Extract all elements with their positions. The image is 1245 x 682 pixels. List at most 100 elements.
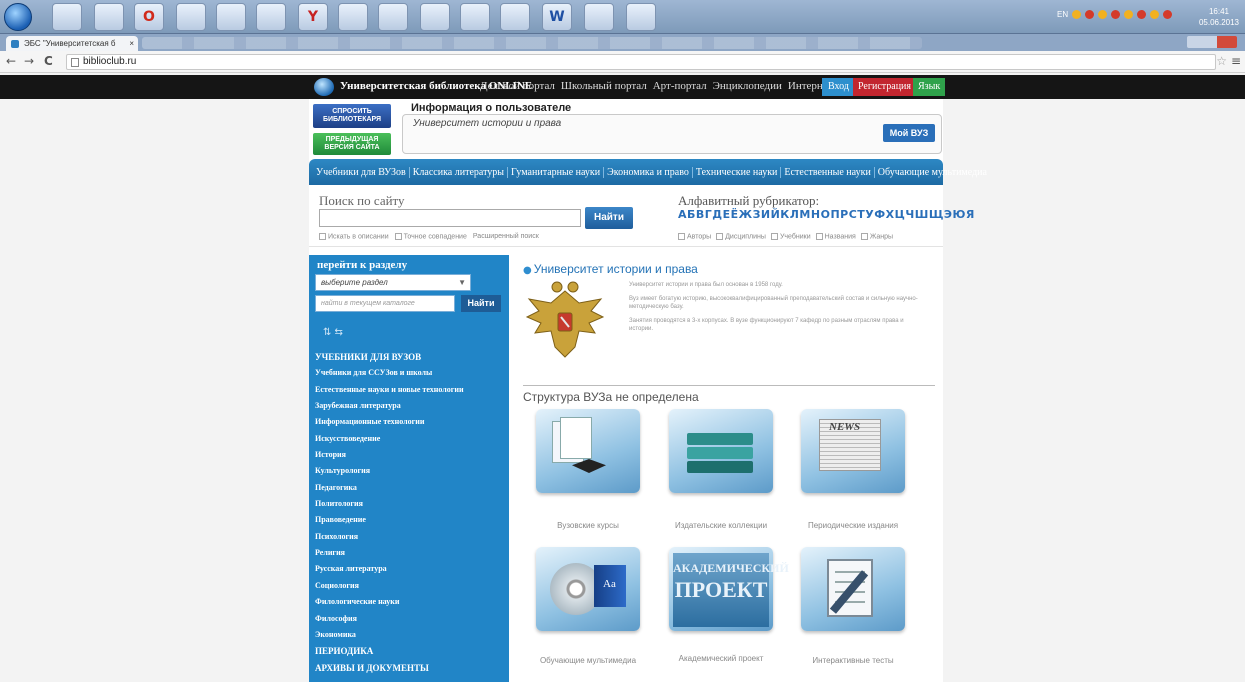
- notes-icon[interactable]: [216, 3, 246, 31]
- tile-label[interactable]: Интерактивные тесты: [788, 656, 918, 665]
- reload-button[interactable]: C: [44, 54, 53, 68]
- tile-university-courses[interactable]: [536, 409, 640, 493]
- search-option[interactable]: Искать в описании: [319, 233, 389, 240]
- explorer-icon[interactable]: [52, 3, 82, 31]
- checkbox-icon[interactable]: [319, 233, 326, 240]
- tray-icon[interactable]: [1085, 10, 1095, 19]
- smiley-icon[interactable]: [420, 3, 450, 31]
- sidebar-item[interactable]: Правоведение: [315, 512, 505, 528]
- site-logo-icon[interactable]: [314, 78, 334, 96]
- folder-icon[interactable]: [378, 3, 408, 31]
- sidebar-item[interactable]: Политология: [315, 496, 505, 512]
- sidebar-item[interactable]: Религия: [315, 545, 505, 561]
- tray-icon[interactable]: [1111, 10, 1121, 19]
- app-icon[interactable]: [176, 3, 206, 31]
- checkbox-icon[interactable]: [716, 233, 724, 240]
- checkbox-icon[interactable]: [678, 233, 685, 240]
- sidebar-item[interactable]: Русская литература: [315, 561, 505, 577]
- category-link[interactable]: Гуманитарные науки: [508, 166, 605, 178]
- network-icon[interactable]: [460, 3, 490, 31]
- bookmark-star-icon[interactable]: ☆: [1216, 54, 1227, 68]
- background-tabs[interactable]: [142, 37, 922, 49]
- url-field[interactable]: biblioclub.ru: [66, 54, 1216, 70]
- university-title[interactable]: ● Университет истории и права: [523, 262, 698, 276]
- tile-label[interactable]: Вузовские курсы: [523, 521, 653, 530]
- alphabet-index[interactable]: АБВГДЕЁЖЗИЙКЛМНОПРСТУФХЦЧШЩЭЮЯ: [678, 208, 975, 221]
- tray-icon[interactable]: [1124, 10, 1134, 19]
- category-link[interactable]: Учебники для ВУЗов: [313, 166, 410, 178]
- sidebar-item[interactable]: УЧЕБНИКИ ДЛЯ ВУЗОВ: [315, 349, 505, 365]
- media-icon[interactable]: [94, 3, 124, 31]
- checkbox-icon[interactable]: [770, 233, 778, 240]
- category-link[interactable]: Технические науки: [693, 166, 782, 178]
- portal-link[interactable]: Арт-портал: [653, 80, 707, 92]
- search-button[interactable]: Найти: [585, 207, 633, 229]
- sidebar-item[interactable]: Естественные науки и новые технологии: [315, 382, 505, 398]
- sidebar-item[interactable]: Учебники для ССУЗов и школы: [315, 365, 505, 381]
- portal-link[interactable]: Деловой портал: [480, 80, 555, 92]
- sidebar-item[interactable]: Информационные технологии: [315, 414, 505, 430]
- ask-librarian-button[interactable]: СПРОСИТЬ БИБЛИОТЕКАРЯ: [313, 104, 391, 128]
- close-tab-icon[interactable]: ×: [129, 36, 134, 51]
- tile-academic-project[interactable]: АКАДЕМИЧЕСКИЙ ПРОЕКТ: [669, 547, 789, 631]
- previous-version-button[interactable]: ПРЕДЫДУЩАЯ ВЕРСИЯ САЙТА: [313, 133, 391, 155]
- alpha-option[interactable]: Авторы: [678, 233, 711, 240]
- forward-button[interactable]: →: [24, 54, 34, 68]
- tile-interactive-tests[interactable]: [801, 547, 905, 631]
- tray-icon[interactable]: [1163, 10, 1173, 19]
- save-icon[interactable]: [500, 3, 530, 31]
- category-link[interactable]: Экономика и право: [604, 166, 693, 178]
- search-option[interactable]: Точное совпадение: [394, 233, 467, 240]
- window-controls[interactable]: [1187, 36, 1237, 48]
- sidebar-item[interactable]: Социология: [315, 578, 505, 594]
- yandex-icon[interactable]: Y: [298, 3, 328, 31]
- checkbox-icon[interactable]: [394, 233, 402, 240]
- window-icon[interactable]: [256, 3, 286, 31]
- start-button[interactable]: [4, 3, 32, 31]
- tile-publisher-collections[interactable]: [669, 409, 773, 493]
- sidebar-item[interactable]: История: [315, 447, 505, 463]
- tray-icon[interactable]: [1072, 10, 1082, 19]
- chrome-icon[interactable]: [584, 3, 614, 31]
- tile-multimedia[interactable]: Aa: [536, 547, 640, 631]
- browser-menu-icon[interactable]: ≡: [1231, 54, 1241, 68]
- section-select[interactable]: выберите раздел ▼: [315, 274, 471, 291]
- search-input[interactable]: [319, 209, 581, 227]
- spreadsheet-icon[interactable]: [338, 3, 368, 31]
- tile-label[interactable]: Издательские коллекции: [656, 521, 786, 530]
- sidebar-item[interactable]: Зарубежная литература: [315, 398, 505, 414]
- back-button[interactable]: ←: [6, 54, 16, 68]
- alpha-option[interactable]: Учебники: [770, 233, 811, 240]
- category-link[interactable]: Естественные науки: [781, 166, 875, 178]
- tile-label[interactable]: Обучающие мультимедиа: [523, 656, 653, 665]
- catalog-search-button[interactable]: Найти: [461, 295, 501, 312]
- sidebar-item[interactable]: ПЕРИОДИКА: [315, 643, 505, 659]
- register-button[interactable]: Регистрация: [853, 78, 916, 96]
- portal-link[interactable]: Энциклопедии: [713, 80, 782, 92]
- sidebar-item[interactable]: Культурология: [315, 463, 505, 479]
- sidebar-item[interactable]: Искусствоведение: [315, 431, 505, 447]
- login-button[interactable]: Вход: [822, 78, 855, 96]
- sidebar-item[interactable]: Экономика: [315, 627, 505, 643]
- tray-icon[interactable]: [1137, 10, 1147, 19]
- opera-icon[interactable]: O: [134, 3, 164, 31]
- tile-label[interactable]: Периодические издания: [788, 521, 918, 530]
- category-link[interactable]: Классика литературы: [410, 166, 509, 178]
- language-indicator[interactable]: EN: [1057, 10, 1068, 24]
- sort-icon[interactable]: ⇅ ⇆: [323, 327, 343, 338]
- tile-periodicals[interactable]: NEWS: [801, 409, 905, 493]
- category-link[interactable]: Обучающие мультимедиа: [875, 167, 990, 178]
- portal-link[interactable]: Школьный портал: [561, 80, 647, 92]
- checkbox-icon[interactable]: [860, 233, 868, 240]
- sidebar-item[interactable]: АРХИВЫ И ДОКУМЕНТЫ: [315, 660, 505, 676]
- browser-tab-active[interactable]: ЭБС "Университетская б ×: [6, 36, 138, 51]
- my-university-button[interactable]: Мой ВУЗ: [883, 124, 935, 142]
- clock[interactable]: 16:41 05.06.2013: [1199, 6, 1239, 28]
- sidebar-item[interactable]: Филологические науки: [315, 594, 505, 610]
- alpha-option[interactable]: Названия: [815, 233, 856, 240]
- tray-icon[interactable]: [1098, 10, 1108, 19]
- tray-icon[interactable]: [1150, 10, 1160, 19]
- sidebar-item[interactable]: Философия: [315, 611, 505, 627]
- tile-label[interactable]: Академический проект: [656, 654, 786, 663]
- checkbox-icon[interactable]: [815, 233, 823, 240]
